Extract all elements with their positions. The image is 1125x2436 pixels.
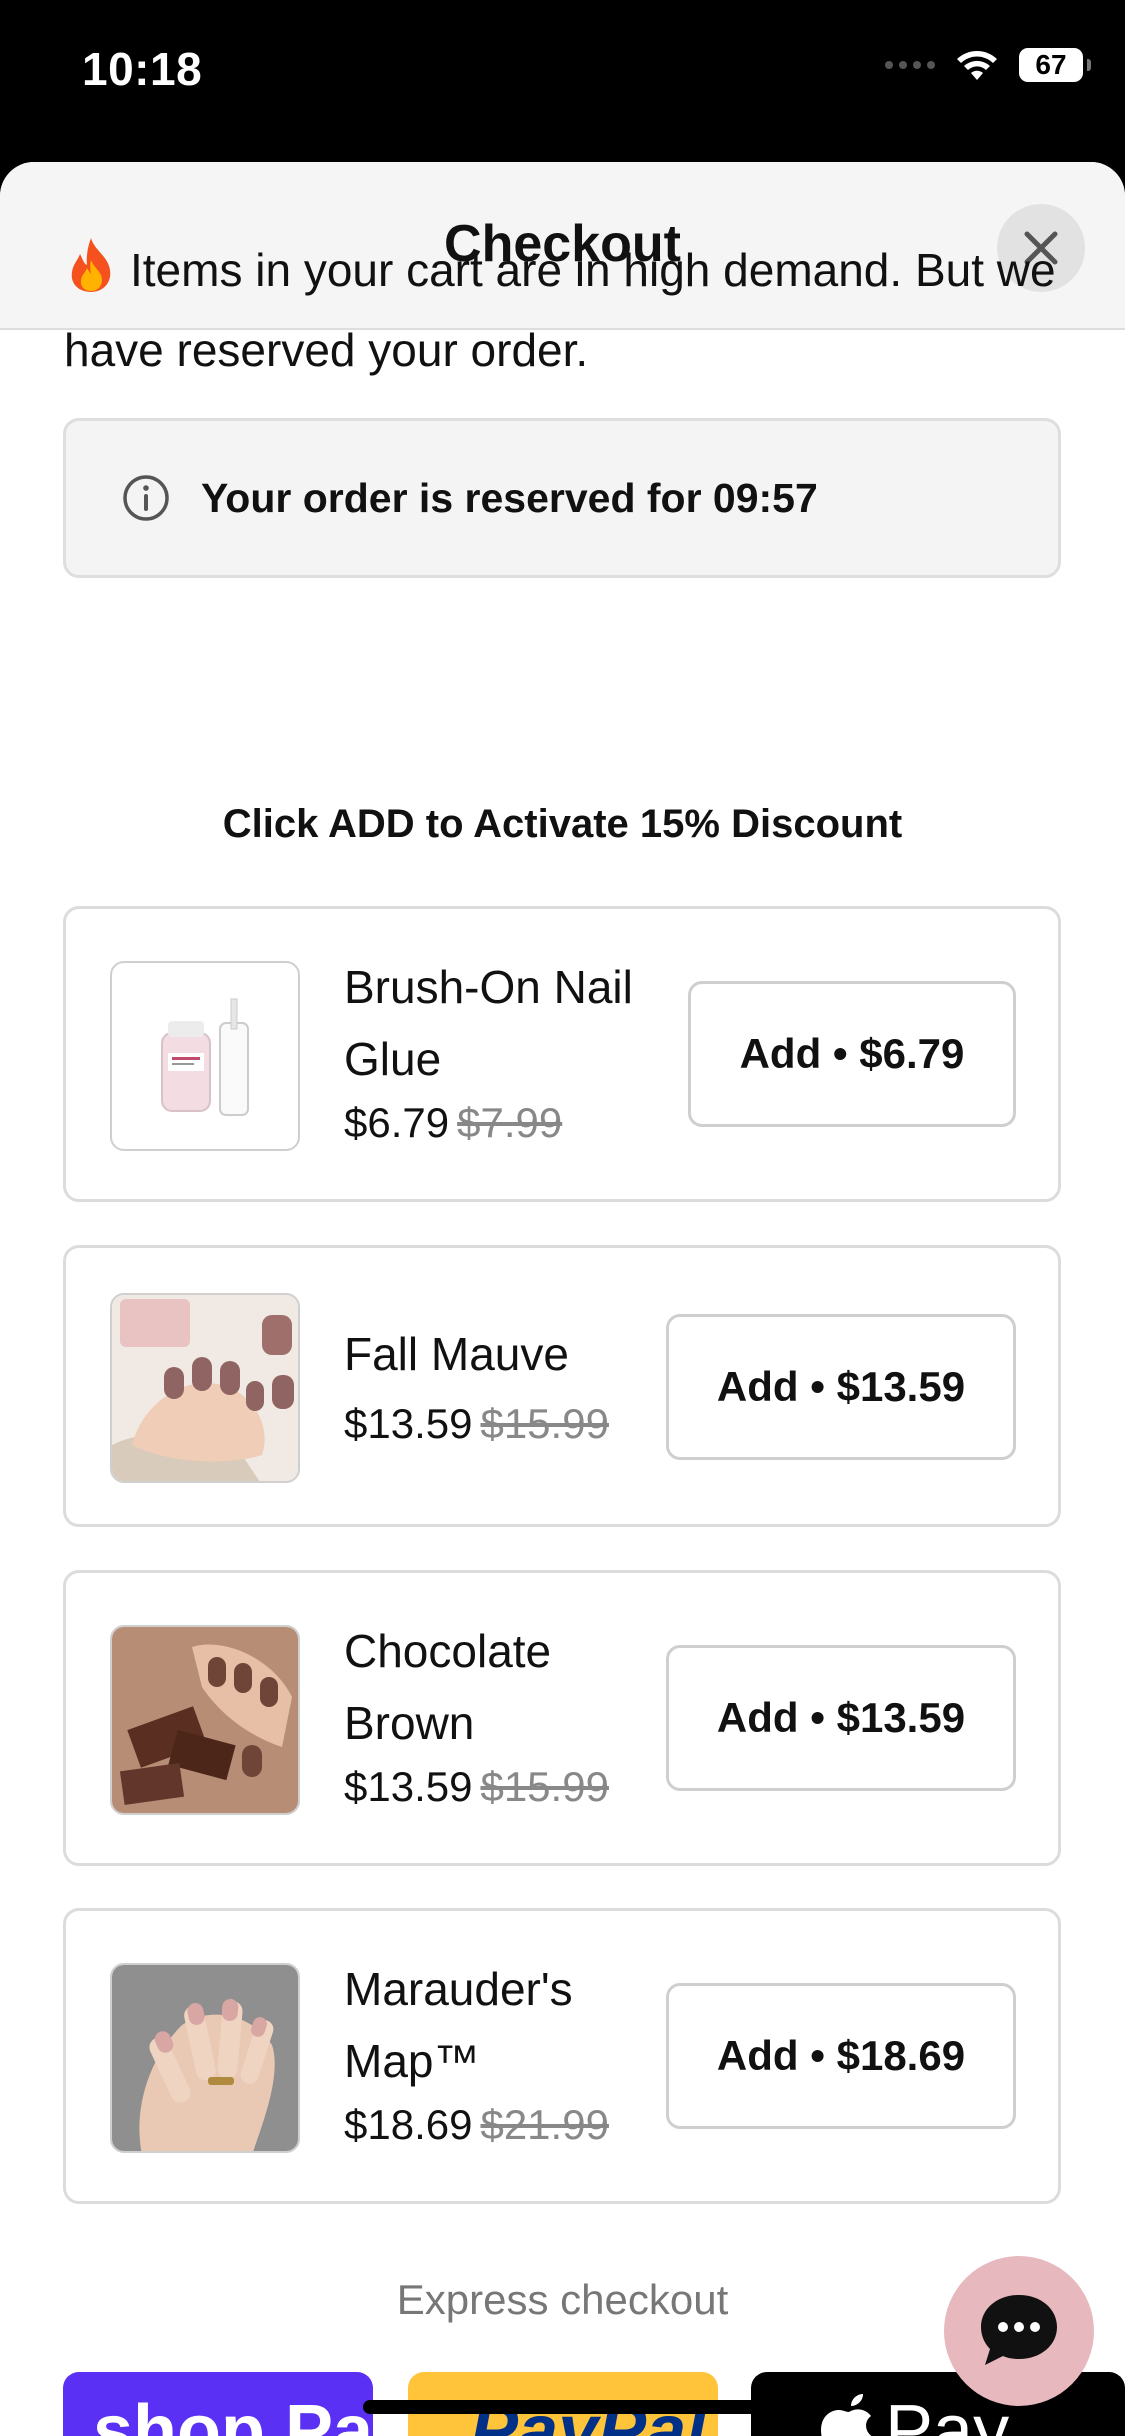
battery-icon: 67	[1019, 48, 1091, 82]
shop-pay-button[interactable]: shop Pay	[63, 2372, 373, 2436]
wifi-icon	[957, 51, 997, 80]
add-chocolate-brown-button[interactable]: Add • $13.59	[666, 1645, 1016, 1791]
shop-pay-label: shop Pay	[93, 2391, 373, 2436]
product-image-fall-mauve	[110, 1293, 300, 1483]
product-price: $6.79 $7.99	[344, 1099, 562, 1147]
original-price: $21.99	[480, 2101, 609, 2148]
product-name: Marauder's Map™	[344, 1963, 573, 2087]
product-price: $13.59 $15.99	[344, 1400, 609, 1448]
upsell-product-card: Marauder's Map™ $18.69 $21.99 Add • $18.6…	[63, 1908, 1061, 2204]
apple-icon	[821, 2394, 872, 2436]
upsell-product-card: Chocolate Brown $13.59 $15.99 Add • $13.5…	[63, 1570, 1061, 1866]
sale-price: $18.69	[344, 2101, 473, 2148]
high-demand-notice: Items in your cart are in high demand. B…	[64, 234, 1074, 386]
upsell-product-card: Brush-On Nail Glue $6.79 $7.99 Add • $6.7…	[63, 906, 1061, 1202]
status-time: 10:18	[82, 43, 203, 95]
product-price: $18.69 $21.99	[344, 2101, 609, 2149]
info-icon	[123, 475, 169, 521]
sale-price: $6.79	[344, 1099, 450, 1146]
product-image-chocolate-brown	[110, 1625, 300, 1815]
sale-price: $13.59	[344, 1763, 473, 1810]
product-image-nail-glue	[110, 961, 300, 1151]
add-nail-glue-button[interactable]: Add • $6.79	[688, 981, 1016, 1127]
discount-heading: Click ADD to Activate 15% Discount	[222, 802, 903, 846]
original-price: $7.99	[457, 1099, 563, 1146]
reservation-timer-box: Your order is reserved for 09:57	[63, 418, 1061, 578]
reservation-timer-text: Your order is reserved for 09:57	[201, 474, 818, 521]
original-price: $15.99	[480, 1400, 609, 1447]
chat-support-button[interactable]	[944, 2256, 1094, 2406]
sale-price: $13.59	[344, 1400, 473, 1447]
cellular-signal-icon	[885, 61, 935, 69]
product-image-marauders-map	[110, 1963, 300, 2153]
fire-icon	[64, 236, 118, 314]
product-price: $13.59 $15.99	[344, 1763, 609, 1811]
chat-icon	[981, 2295, 1057, 2365]
product-name: Brush-On Nail Glue	[344, 961, 633, 1085]
battery-level: 67	[1035, 49, 1067, 80]
original-price: $15.99	[480, 1763, 609, 1810]
product-name: Chocolate Brown	[344, 1625, 552, 1749]
home-indicator	[363, 2400, 763, 2414]
add-fall-mauve-button[interactable]: Add • $13.59	[666, 1314, 1016, 1460]
product-name: Fall Mauve	[344, 1328, 569, 1380]
status-icons: 67	[885, 48, 1091, 82]
status-bar: 10:18 67	[0, 0, 1125, 150]
upsell-product-card: Fall Mauve $13.59 $15.99 Add • $13.59	[63, 1245, 1061, 1527]
add-marauders-map-button[interactable]: Add • $18.69	[666, 1983, 1016, 2129]
high-demand-text: Items in your cart are in high demand. B…	[64, 244, 1056, 376]
